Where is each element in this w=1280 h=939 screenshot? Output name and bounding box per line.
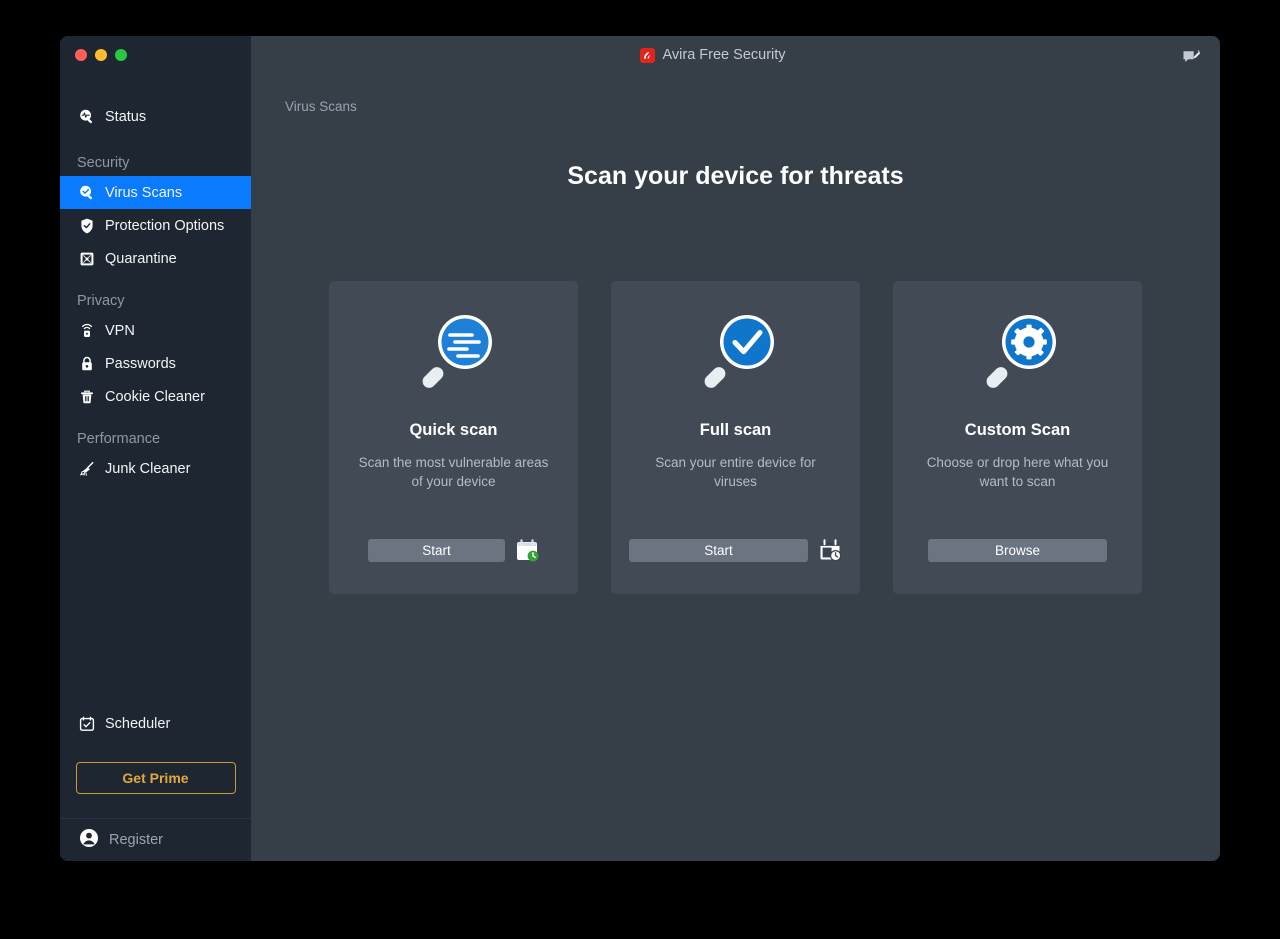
sidebar-item-status[interactable]: Status [60, 100, 251, 133]
breadcrumb[interactable]: Virus Scans [285, 99, 357, 114]
sidebar-item-quarantine[interactable]: Quarantine [60, 242, 251, 275]
card-actions: Start [629, 538, 842, 562]
zoom-window-button[interactable] [115, 49, 127, 61]
sidebar-item-junk-cleaner[interactable]: Junk Cleaner [60, 452, 251, 485]
card-description: Scan the most vulnerable areas of your d… [358, 455, 549, 489]
calendar-clock-green-icon[interactable] [515, 538, 539, 562]
sidebar-group-performance: Performance [77, 431, 161, 447]
register-label: Register [109, 832, 163, 848]
magnifier-pulse-icon [77, 107, 96, 126]
sidebar-item-label: Protection Options [105, 217, 225, 234]
sidebar-item-scheduler[interactable]: Scheduler [60, 707, 251, 740]
sidebar-item-protection-options[interactable]: Protection Options [60, 209, 251, 242]
card-title: Full scan [699, 421, 772, 439]
avira-logo-icon [639, 47, 655, 63]
card-custom-scan: Custom Scan Choose or drop here what you… [893, 281, 1142, 594]
card-description: Scan your entire device for viruses [655, 455, 816, 489]
page-title: Scan your device for threats [567, 162, 904, 190]
titlebar: Avira Free Security [251, 36, 1220, 74]
app-window: Status Security Virus Scans Protection O… [60, 36, 1220, 861]
magnifier-gear-icon [974, 309, 1062, 397]
sidebar: Status Security Virus Scans Protection O… [60, 36, 251, 861]
sidebar-nav: Status Security Virus Scans Protection O… [60, 74, 251, 707]
sidebar-item-label: Virus Scans [105, 184, 183, 201]
get-prime-button[interactable]: Get Prime [75, 762, 236, 794]
sidebar-item-label: Junk Cleaner [105, 460, 191, 477]
quarantine-box-icon [77, 249, 96, 268]
card-description: Choose or drop here what you want to sca… [926, 455, 1109, 489]
card-quick-scan: Quick scan Scan the most vulnerable area… [329, 281, 578, 594]
user-avatar-icon [79, 828, 99, 852]
sidebar-item-label: Status [105, 108, 147, 125]
card-title: Custom Scan [964, 421, 1071, 439]
sidebar-item-label: Scheduler [105, 715, 171, 732]
shield-check-icon [77, 216, 96, 235]
sidebar-item-label: Passwords [105, 355, 176, 372]
sidebar-group-privacy: Privacy [77, 293, 125, 309]
lock-icon [77, 354, 96, 373]
calendar-check-icon [77, 714, 96, 733]
main-content: Avira Free Security Virus Scans Scan you… [251, 36, 1220, 861]
custom-scan-browse-button[interactable]: Browse [928, 539, 1107, 562]
full-scan-start-button[interactable]: Start [629, 538, 808, 562]
sidebar-item-label: Quarantine [105, 250, 177, 267]
card-title: Quick scan [409, 421, 498, 439]
sidebar-item-cookie-cleaner[interactable]: Cookie Cleaner [60, 380, 251, 413]
app-title: Avira Free Security [662, 47, 786, 63]
calendar-clock-icon[interactable] [818, 538, 842, 562]
feedback-pencil-icon[interactable] [1178, 46, 1204, 68]
sidebar-bottom: Scheduler Get Prime Register [60, 707, 251, 861]
card-full-scan: Full scan Scan your entire device for vi… [611, 281, 860, 594]
window-traffic-lights [60, 36, 251, 74]
sidebar-item-vpn[interactable]: VPN [60, 314, 251, 347]
sidebar-item-label: VPN [105, 322, 135, 339]
magnifier-check-icon [77, 183, 96, 202]
quick-scan-start-button[interactable]: Start [368, 538, 505, 562]
register-row[interactable]: Register [60, 818, 251, 861]
trash-icon [77, 387, 96, 406]
scan-cards-container: Quick scan Scan the most vulnerable area… [251, 281, 1220, 594]
magnifier-check-icon [692, 309, 780, 397]
broom-icon [77, 459, 96, 478]
card-actions: Start [368, 538, 539, 562]
vpn-signal-lock-icon [77, 321, 96, 340]
card-actions: Browse [928, 539, 1107, 562]
sidebar-item-label: Cookie Cleaner [105, 388, 205, 405]
sidebar-item-virus-scans[interactable]: Virus Scans [60, 176, 251, 209]
minimize-window-button[interactable] [95, 49, 107, 61]
sidebar-item-passwords[interactable]: Passwords [60, 347, 251, 380]
sidebar-group-security: Security [77, 155, 130, 171]
app-title-group: Avira Free Security [639, 47, 786, 63]
magnifier-lines-icon [410, 309, 498, 397]
close-window-button[interactable] [75, 49, 87, 61]
